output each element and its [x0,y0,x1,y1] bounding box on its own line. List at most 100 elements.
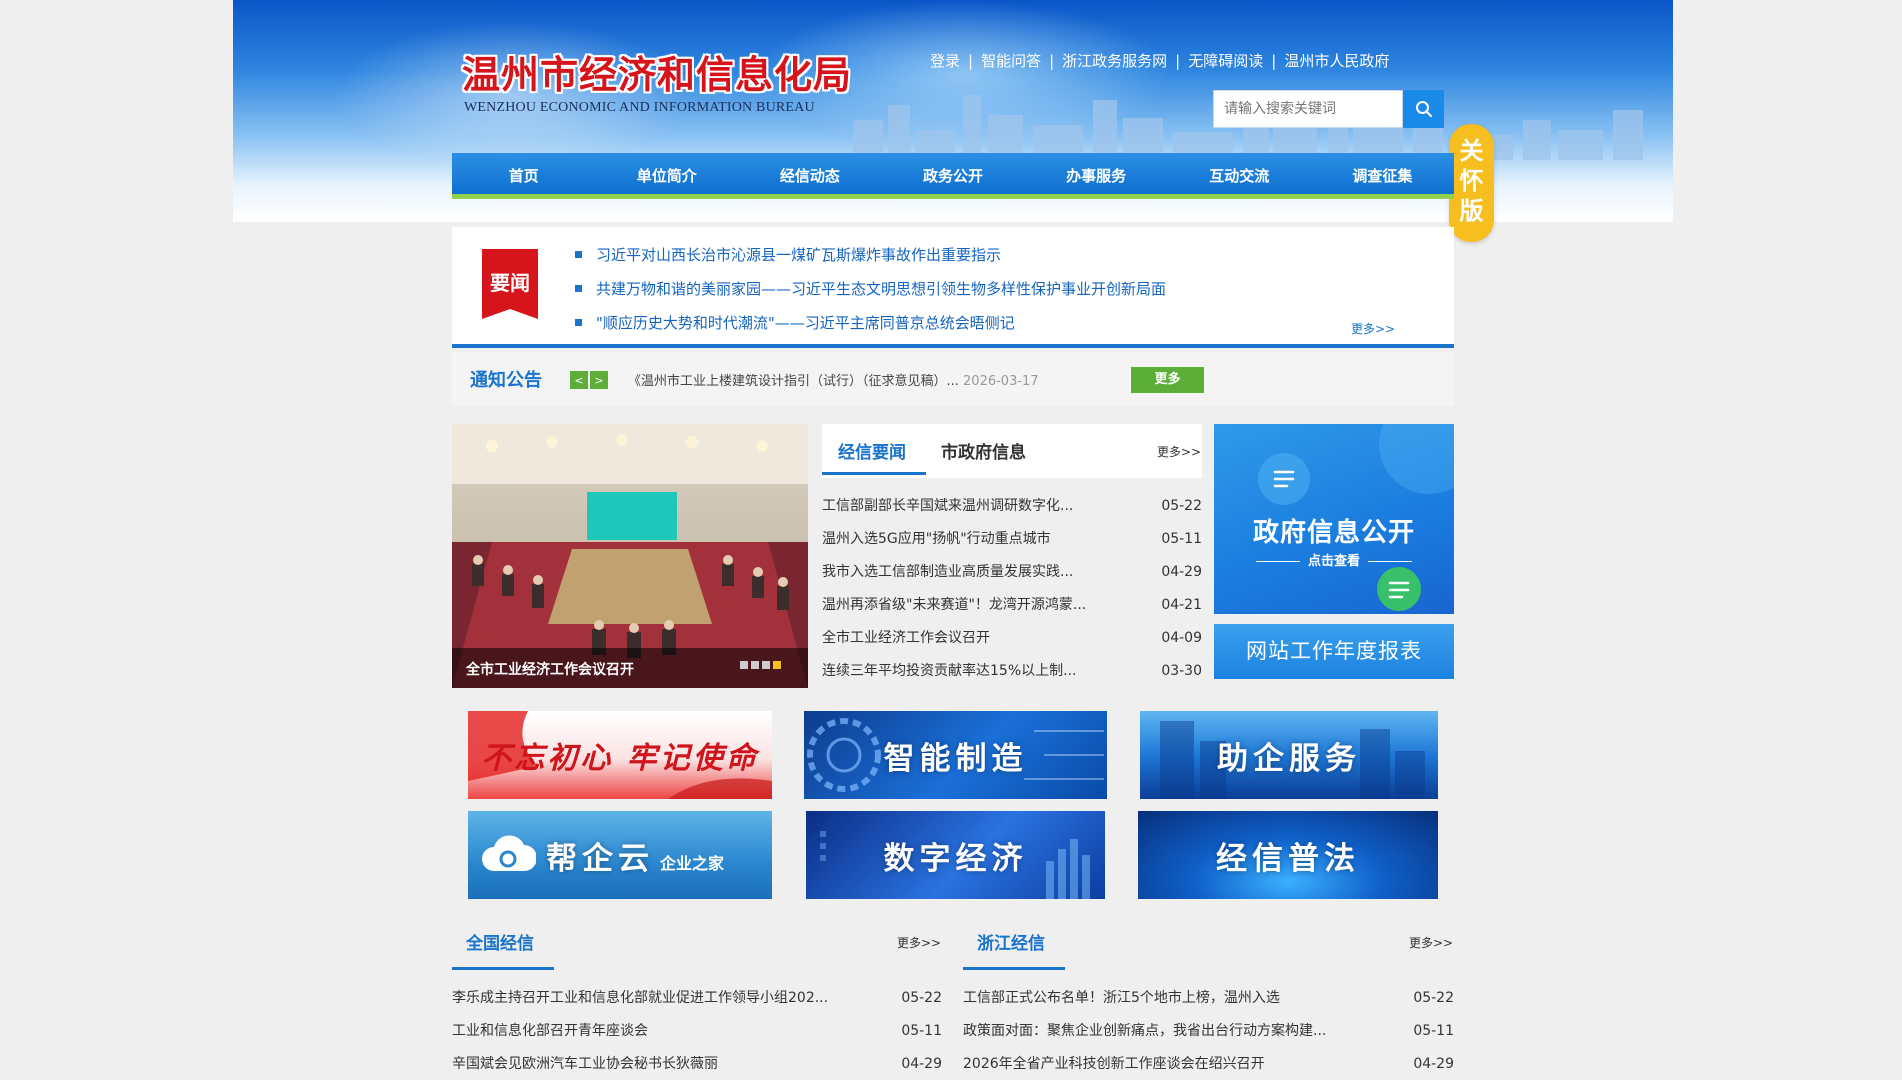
list-item[interactable]: 辛国斌会见欧洲汽车工业协会秘书长狄薇丽 04-29 [452,1048,942,1080]
tile-party-mission-text: 不忘初心 牢记使命 [481,741,759,776]
bullet-square [575,284,582,292]
list-item-title: 2026年全省产业科技创新工作座谈会在绍兴召开 [963,1056,1265,1072]
list-item-title: 工信部副部长辛国斌来温州调研数字化... [822,498,1074,514]
list-item-title: 连续三年平均投资贡献率达15%以上制... [822,663,1077,679]
nav-survey[interactable]: 调查征集 [1311,153,1454,194]
list-item-date: 05-22 [901,990,942,1006]
list-item[interactable]: 工业和信息化部召开青年座谈会 05-11 [452,1015,942,1048]
headline-item[interactable]: "顺应历史大势和时代潮流"——习近平主席同普京总统会晤侧记 [575,305,1166,339]
headline-list: 习近平对山西长治市沁源县一煤矿瓦斯爆炸事故作出重要指示 共建万物和谐的美丽家园—… [575,237,1166,339]
headline-badge: 要闻 [482,249,538,319]
tab-city-gov-info[interactable]: 市政府信息 [941,438,1026,463]
list-item-date: 05-22 [1413,990,1454,1006]
nav-interaction[interactable]: 互动交流 [1168,153,1311,194]
care-char: 关 [1459,137,1484,165]
notice-item[interactable]: 《温州市工业上楼建筑设计指引（试行）（征求意见稿）... 2026-03-17 [628,370,1039,389]
tile-digital-economy-text: 数字经济 [883,840,1028,877]
list-item-title: 温州入选5G应用"扬帆"行动重点城市 [822,531,1051,547]
link-separator: | [1271,51,1277,70]
tile-smart-manufacturing-text: 智能制造 [883,740,1028,777]
carousel-dot[interactable] [740,661,748,669]
national-more-link[interactable]: 更多>> [897,934,941,951]
headline-item[interactable]: 共建万物和谐的美丽家园——习近平生态文明思想引领生物多样性保护事业开创新局面 [575,271,1166,305]
notice-more-button[interactable]: 更多 [1131,367,1204,393]
headline-item-text: 共建万物和谐的美丽家园——习近平生态文明思想引领生物多样性保护事业开创新局面 [596,279,1167,298]
list-item-date: 04-09 [1161,630,1202,646]
list-item[interactable]: 工信部副部长辛国斌来温州调研数字化... 05-22 [822,490,1202,523]
news-more-link[interactable]: 更多>> [1157,443,1201,460]
list-item[interactable]: 温州入选5G应用"扬帆"行动重点城市 05-11 [822,523,1202,556]
list-item[interactable]: 全市工业经济工作会议召开 04-09 [822,622,1202,655]
photo-carousel-dots [740,661,781,669]
list-item-date: 04-29 [1161,564,1202,580]
list-item-title: 辛国斌会见欧洲汽车工业协会秘书长狄薇丽 [452,1056,718,1072]
headline-badge-text: 要闻 [490,271,530,295]
nav-home[interactable]: 首页 [452,153,595,194]
headline-more-link[interactable]: 更多>> [1351,320,1395,337]
site-title: 温州市经济和信息化局 [462,52,853,97]
headline-item-text: 习近平对山西长治市沁源县一煤矿瓦斯爆炸事故作出重要指示 [596,245,1002,264]
list-item-date: 04-29 [901,1056,942,1072]
login-link[interactable]: 登录 [930,50,960,71]
zhejiang-more-link[interactable]: 更多>> [1409,934,1453,951]
active-tab-underline [963,967,1065,970]
tile-enterprise-cloud-subtext: 企业之家 [659,854,724,873]
bullet-square [575,318,582,326]
list-item[interactable]: 2026年全省产业科技创新工作座谈会在绍兴召开 04-29 [963,1048,1454,1080]
list-item[interactable]: 连续三年平均投资贡献率达15%以上制... 03-30 [822,655,1202,688]
notice-label: 通知公告 [470,370,542,391]
tile-enterprise-service[interactable]: 助企服务 [1140,711,1438,799]
list-item[interactable]: 李乐成主持召开工业和信息化部就业促进工作领导小组202... 05-22 [452,982,942,1015]
bullet-square [575,250,582,258]
wenzhou-gov-link[interactable]: 温州市人民政府 [1284,50,1389,71]
tile-digital-economy[interactable]: 数字经济 [806,811,1105,899]
notice-next-button[interactable]: > [590,371,608,389]
list-item-date: 05-11 [1161,531,1202,547]
list-item[interactable]: 工信部正式公布名单！浙江5个地市上榜，温州入选 05-22 [963,982,1454,1015]
nav-about[interactable]: 单位简介 [595,153,738,194]
tile-smart-manufacturing[interactable]: 智能制造 [804,711,1107,799]
nav-services[interactable]: 办事服务 [1025,153,1168,194]
care-char: 版 [1459,197,1484,225]
zhejiang-gov-service-link[interactable]: 浙江政务服务网 [1062,50,1167,71]
tile-legal-education[interactable]: 经信普法 [1138,811,1438,899]
list-item-date: 03-30 [1161,663,1202,679]
list-item-title: 我市入选工信部制造业高质量发展实践... [822,564,1074,580]
search-button[interactable] [1403,90,1444,128]
photo-caption[interactable]: 全市工业经济工作会议召开 [466,659,634,679]
carousel-dot[interactable] [751,661,759,669]
tile-enterprise-service-text: 助企服务 [1217,740,1361,777]
list-item[interactable]: 温州再添省级"未来赛道"！龙湾开源鸿蒙... 04-21 [822,589,1202,622]
active-tab-underline [452,967,554,970]
tab-zhejiang-economic-info[interactable]: 浙江经信 [977,929,1045,954]
search-input[interactable] [1213,90,1403,128]
notice-item-title: 《温州市工业上楼建筑设计指引（试行）（征求意见稿）... [628,374,964,389]
list-item-date: 04-29 [1413,1056,1454,1072]
smart-qa-link[interactable]: 智能问答 [981,50,1041,71]
top-links: 登录 | 智能问答 | 浙江政务服务网 | 无障碍阅读 | 温州市人民政府 [930,50,1389,71]
carousel-dot[interactable] [762,661,770,669]
headline-item-text: "顺应历史大势和时代潮流"——习近平主席同普京总统会晤侧记 [596,313,1015,332]
decor-line [1368,561,1412,562]
zhejiang-news-list: 工信部正式公布名单！浙江5个地市上榜，温州入选 05-22 政策面对面：聚焦企业创… [963,982,1454,1080]
list-item[interactable]: 我市入选工信部制造业高质量发展实践... 04-29 [822,556,1202,589]
headline-item[interactable]: 习近平对山西长治市沁源县一煤矿瓦斯爆炸事故作出重要指示 [575,237,1166,271]
carousel-dot[interactable] [773,661,781,669]
nav-public-affairs[interactable]: 政务公开 [881,153,1024,194]
accessibility-link[interactable]: 无障碍阅读 [1188,50,1263,71]
tab-national-economic-info[interactable]: 全国经信 [466,929,534,954]
news-list: 工信部副部长辛国斌来温州调研数字化... 05-22 温州入选5G应用"扬帆"行动… [822,490,1202,688]
list-item-date: 05-11 [1413,1023,1454,1039]
nav-news[interactable]: 经信动态 [738,153,881,194]
list-item[interactable]: 政策面对面：聚焦企业创新痛点，我省出台行动方案构建... 05-11 [963,1015,1454,1048]
care-mode-button[interactable]: 关 怀 版 [1449,124,1494,242]
notice-item-date: 2026-03-17 [963,374,1039,389]
decor-line [1255,561,1300,562]
list-item-date: 05-11 [901,1023,942,1039]
annual-report-banner[interactable]: 网站工作年度报表 [1214,624,1454,679]
tile-party-mission[interactable]: 不忘初心 牢记使命 [468,711,772,799]
national-news-list: 李乐成主持召开工业和信息化部就业促进工作领导小组202... 05-22 工业和信… [452,982,942,1080]
notice-prev-button[interactable]: < [570,371,588,389]
tab-economic-news[interactable]: 经信要闻 [838,438,906,463]
tile-enterprise-cloud[interactable]: 帮企云 企业之家 [468,811,772,899]
